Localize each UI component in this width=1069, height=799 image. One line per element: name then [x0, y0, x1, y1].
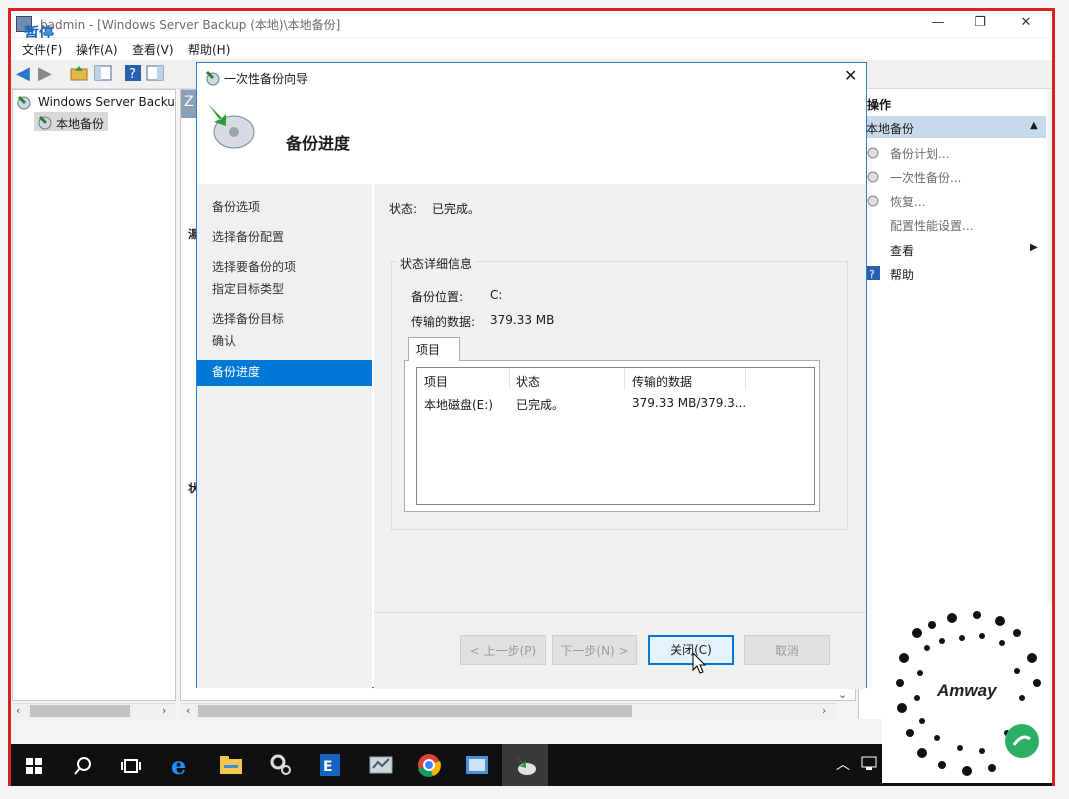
backup-disk-icon	[204, 100, 256, 155]
backup-icon	[37, 114, 53, 133]
scroll-right-icon[interactable]: ›	[822, 704, 826, 717]
prev-button[interactable]: < 上一步(P)	[460, 635, 546, 665]
nav-select-config: 选择备份配置	[212, 230, 285, 244]
cancel-button[interactable]: 取消	[744, 635, 830, 665]
actions-section-title: 本地备份	[866, 122, 915, 136]
scroll-down-icon[interactable]: ⌄	[838, 688, 847, 701]
control-panel-icon[interactable]	[464, 752, 490, 778]
dialog-title: 一次性备份向导	[224, 72, 309, 86]
submenu-arrow-icon: ▶	[1030, 242, 1038, 253]
svg-text:E: E	[323, 759, 333, 775]
actions-header: 操作	[867, 98, 892, 112]
status-value: 已完成。	[432, 202, 481, 216]
column-header-data-label: 传输的数据	[632, 375, 693, 389]
next-button[interactable]: 下一步(N) >	[552, 635, 637, 665]
search-icon[interactable]	[72, 752, 98, 778]
table-row-status: 已完成。	[516, 398, 565, 412]
svg-text:e: e	[171, 752, 186, 778]
action-backup-schedule[interactable]: 备份计划...	[890, 145, 949, 162]
transferred-value: 379.33 MB	[490, 313, 555, 327]
minimize-button[interactable]: —	[928, 14, 948, 32]
menu-file[interactable]: 文件(F)	[22, 41, 62, 58]
menu-help[interactable]: 帮助(H)	[188, 41, 230, 58]
restore-button[interactable]: ❐	[970, 14, 990, 32]
forward-arrow-icon[interactable]: ▶	[38, 64, 58, 84]
network-icon[interactable]	[860, 754, 878, 775]
backup-once-icon	[866, 170, 880, 187]
nav-target-type: 指定目标类型	[212, 282, 285, 296]
group-title: 状态详细信息	[397, 255, 476, 272]
table-row-data: 379.33 MB/379.3...	[632, 396, 747, 410]
chrome-icon[interactable]	[416, 752, 442, 778]
action-backup-once[interactable]: 一次性备份...	[890, 169, 961, 186]
column-header-item-label: 项目	[424, 375, 449, 389]
help-icon[interactable]: ?	[124, 64, 144, 84]
start-icon[interactable]	[24, 752, 50, 778]
table-row-item[interactable]: 本地磁盘(E:)	[424, 396, 493, 413]
schedule-icon	[866, 146, 880, 163]
dialog-close-icon[interactable]: ✕	[844, 66, 857, 85]
tab-items-label: 项目	[416, 343, 441, 357]
scroll-thumb[interactable]	[30, 705, 130, 717]
edge-icon[interactable]: e	[170, 751, 196, 780]
scroll-thumb[interactable]	[198, 705, 632, 717]
console-tree	[12, 89, 176, 701]
action-help[interactable]: 帮助	[890, 266, 914, 283]
scroll-left-icon[interactable]: ‹	[16, 704, 20, 717]
task-view-icon[interactable]	[120, 752, 146, 778]
tray-chevron-icon[interactable]: ︿	[836, 754, 850, 774]
nav-backup-progress: 备份进度	[212, 365, 261, 379]
server-manager-icon[interactable]	[368, 752, 394, 778]
back-arrow-icon[interactable]: ◀	[16, 64, 36, 84]
column-header-status-label: 状态	[516, 375, 541, 389]
action-recover[interactable]: 恢复...	[890, 193, 925, 210]
center-fragment: Z	[184, 94, 194, 110]
action-view[interactable]: 查看	[890, 242, 914, 259]
windows-backup-icon[interactable]	[512, 752, 538, 778]
window-title: badmin - [Windows Server Backup (本地)\本地备…	[40, 18, 341, 32]
backup-location-value: C:	[490, 288, 503, 302]
close-window-button[interactable]: ✕	[1016, 14, 1036, 32]
tree-item-label: 本地备份	[56, 117, 105, 131]
menu-view[interactable]: 查看(V)	[132, 41, 174, 58]
nav-backup-options: 备份选项	[212, 200, 261, 214]
qr-code-image: Amway	[896, 611, 1041, 776]
nav-select-items: 选择要备份的项	[212, 260, 297, 274]
nav-select-target: 选择备份目标	[212, 312, 285, 326]
qr-brand: Amway	[936, 681, 998, 700]
action-configure-performance[interactable]: 配置性能设置...	[890, 217, 973, 234]
dialog-heading: 备份进度	[286, 134, 351, 153]
backup-icon	[16, 94, 32, 113]
tree-root-label[interactable]: Windows Server Backup	[38, 95, 174, 109]
nav-confirm: 确认	[212, 334, 237, 348]
exchange-icon[interactable]: E	[318, 752, 344, 778]
svg-text:?: ?	[869, 268, 875, 280]
help-icon: ?	[866, 266, 880, 283]
show-hide-action-icon[interactable]	[146, 64, 166, 84]
svg-text:?: ?	[129, 67, 136, 82]
wizard-icon	[205, 70, 221, 89]
close-button[interactable]: 关闭(C)	[648, 635, 734, 665]
collapse-arrow-icon[interactable]: ▲	[1030, 120, 1038, 131]
mouse-cursor-icon	[692, 651, 707, 677]
scroll-left-icon[interactable]: ‹	[186, 704, 190, 717]
settings-gear-icon[interactable]	[268, 752, 294, 778]
backup-location-label: 备份位置:	[411, 290, 464, 304]
transferred-label: 传输的数据:	[411, 315, 476, 329]
status-label: 状态:	[389, 202, 418, 216]
qr-code-overlay: Amway	[882, 603, 1052, 783]
recover-icon	[866, 194, 880, 211]
file-explorer-icon[interactable]	[218, 752, 244, 778]
scroll-right-icon[interactable]: ›	[162, 704, 166, 717]
show-hide-tree-icon[interactable]	[94, 64, 114, 84]
folder-up-icon[interactable]	[70, 64, 90, 84]
menu-action[interactable]: 操作(A)	[76, 41, 118, 58]
